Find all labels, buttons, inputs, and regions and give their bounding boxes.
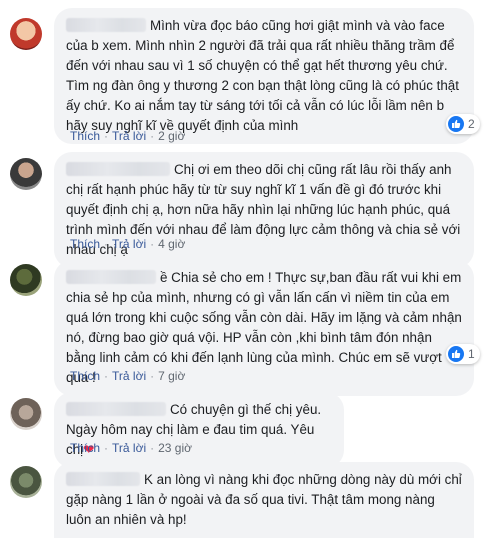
like-link[interactable]: Thích bbox=[70, 441, 100, 455]
reaction-count: 1 bbox=[468, 347, 475, 361]
comment-actions: Thích · Trả lời · 23 giờ bbox=[70, 441, 192, 455]
blurred-author-name[interactable] bbox=[66, 18, 146, 32]
comment-bubble: K an lòng vì nàng khi đọc những dòng này… bbox=[54, 462, 474, 538]
blurred-author-name[interactable] bbox=[66, 402, 166, 416]
avatar[interactable] bbox=[10, 466, 42, 498]
avatar[interactable] bbox=[10, 18, 42, 50]
reply-link[interactable]: Trả lời bbox=[112, 441, 146, 455]
reaction-summary[interactable]: 1 bbox=[446, 344, 480, 364]
comment-time[interactable]: 23 giờ bbox=[158, 441, 192, 455]
reply-link[interactable]: Trả lời bbox=[112, 237, 146, 251]
comment-actions: Thích · Trả lời · 4 giờ bbox=[70, 237, 186, 251]
comment-bubble: Có chuyện gì thế chị yêu. Ngày hôm nay c… bbox=[54, 392, 344, 468]
comment-time[interactable]: 4 giờ bbox=[158, 237, 185, 251]
like-icon bbox=[448, 116, 464, 132]
blurred-author-name[interactable] bbox=[66, 270, 156, 284]
comment-text: Mình vừa đọc báo cũng hơi giật mình và v… bbox=[66, 18, 459, 133]
reaction-summary[interactable]: 2 bbox=[446, 114, 480, 134]
reaction-count: 2 bbox=[468, 117, 475, 131]
avatar[interactable] bbox=[10, 398, 42, 430]
comment-bubble: Mình vừa đọc báo cũng hơi giật mình và v… bbox=[54, 8, 474, 144]
reply-link[interactable]: Trả lời bbox=[112, 369, 146, 383]
blurred-author-name[interactable] bbox=[66, 472, 140, 486]
comment-actions: Thích · Trả lời · 2 giờ bbox=[70, 129, 186, 143]
like-link[interactable]: Thích bbox=[70, 369, 100, 383]
comment-time[interactable]: 7 giờ bbox=[158, 369, 185, 383]
like-icon bbox=[448, 346, 464, 362]
avatar[interactable] bbox=[10, 158, 42, 190]
like-link[interactable]: Thích bbox=[70, 237, 100, 251]
reply-link[interactable]: Trả lời bbox=[112, 129, 146, 143]
like-link[interactable]: Thích bbox=[70, 129, 100, 143]
blurred-author-name[interactable] bbox=[66, 162, 170, 176]
avatar[interactable] bbox=[10, 264, 42, 296]
comment-time[interactable]: 2 giờ bbox=[158, 129, 185, 143]
comment-actions: Thích · Trả lời · 7 giờ bbox=[70, 369, 186, 383]
